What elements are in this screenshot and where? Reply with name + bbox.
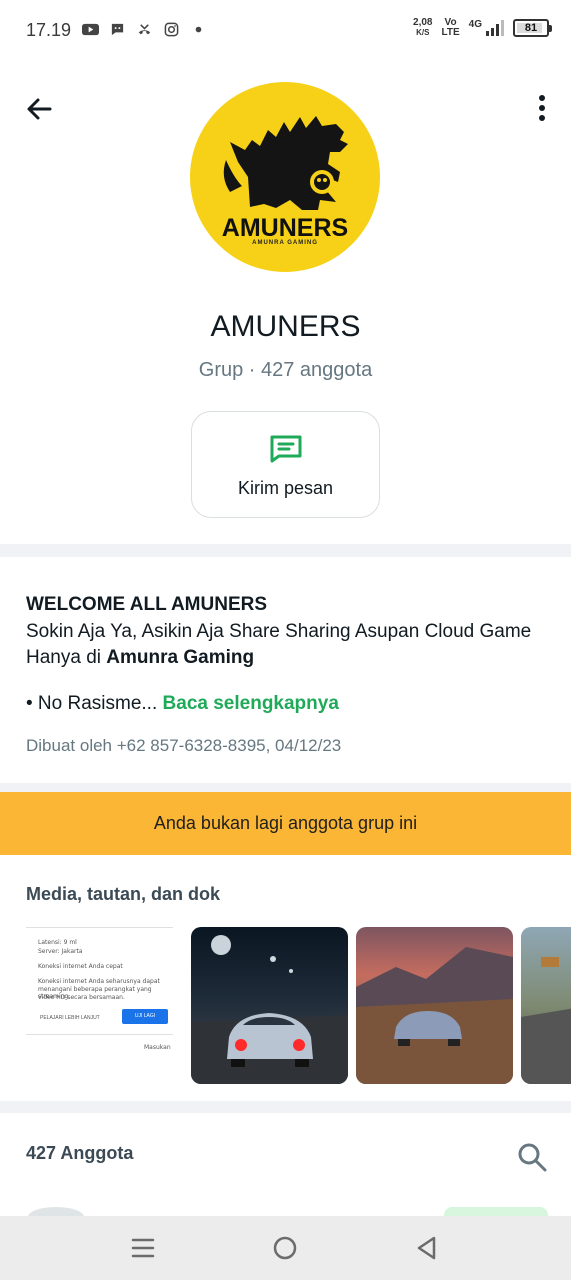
media-thumbnail-sunset-car[interactable]: [356, 927, 513, 1084]
chat-icon: [111, 23, 124, 36]
members-section: 427 Anggota: [0, 1113, 571, 1227]
doc-footer: Masukan: [144, 1044, 171, 1051]
signal-indicator: 4G: [469, 20, 504, 36]
created-by: Dibuat oleh +62 857-6328-8395, 04/12/23: [26, 736, 342, 755]
doc-latency: Latensi: 9 ml: [38, 939, 77, 946]
arrow-back-icon[interactable]: [22, 92, 56, 126]
missed-call-icon: [138, 24, 151, 35]
avatar-logo-subtext: AMUNRA GAMING: [252, 240, 318, 246]
status-bar: 17.19 2,08 K/S Vo LTE 4G 81: [0, 0, 571, 62]
group-profile-header: AMUNERS AMUNRA GAMING AMUNERS Grup · 427…: [0, 62, 571, 544]
system-indicators: 2,08 K/S Vo LTE 4G 81: [413, 18, 552, 38]
group-name: AMUNERS: [210, 310, 361, 343]
doc-learn-more: PELAJARI LEBIH LANJUT: [40, 1015, 100, 1021]
volte-bottom: LTE: [441, 27, 460, 38]
description-rule-text: • No Rasisme...: [26, 693, 158, 714]
dot-icon: [195, 26, 202, 33]
read-more-link[interactable]: Baca selengkapnya: [163, 693, 339, 714]
doc-status: Koneksi internet Anda cepat: [38, 963, 123, 970]
members-count: 427 Anggota: [26, 1143, 134, 1163]
network-speed-value: 2,08: [413, 17, 433, 28]
network-speed-unit: K/S: [416, 28, 430, 37]
media-thumbnail-speedtest[interactable]: Latensi: 9 ml Server: Jakarta Koneksi in…: [26, 927, 183, 1084]
doc-note-1: Koneksi internet Anda seharusnya dapat: [38, 978, 160, 985]
group-description: WELCOME ALL AMUNERS Sokin Aja Ya, Asikin…: [0, 557, 571, 783]
sunset-racing-image: [356, 947, 513, 1084]
road-image: [521, 957, 571, 1084]
instagram-icon: [164, 22, 179, 37]
description-body-text: Sokin Aja Ya, Asikin Aja Share Sharing A…: [26, 621, 532, 668]
group-avatar[interactable]: AMUNERS AMUNRA GAMING: [190, 82, 380, 272]
not-member-banner: Anda bukan lagi anggota grup ini: [0, 792, 571, 855]
nav-back-icon[interactable]: [414, 1235, 440, 1261]
description-rule: • No Rasisme... Baca selengkapnya: [26, 693, 339, 715]
not-member-text: Anda bukan lagi anggota grup ini: [153, 813, 418, 833]
battery-level: 81: [524, 22, 538, 34]
send-message-label: Kirim pesan: [237, 478, 334, 498]
media-heading[interactable]: Media, tautan, dan dok: [26, 884, 220, 905]
media-thumbnail-road[interactable]: [521, 927, 571, 1084]
group-meta: Grup · 427 anggota: [198, 359, 373, 381]
battery-indicator: 81: [513, 19, 552, 37]
search-icon[interactable]: [517, 1141, 547, 1173]
description-title: WELCOME ALL AMUNERS: [26, 594, 268, 615]
media-thumbnail-night-car[interactable]: [191, 927, 348, 1084]
doc-note-3: video HD secara bersamaan.: [38, 994, 125, 1001]
more-vertical-icon[interactable]: [535, 92, 549, 126]
description-body-bold: Amunra Gaming: [106, 647, 255, 668]
message-icon: [270, 435, 302, 463]
night-racing-image: [191, 935, 348, 1084]
notification-icons: [82, 22, 207, 37]
doc-divider: [26, 1034, 173, 1035]
doc-retry-button: UJI LAGI: [122, 1009, 168, 1024]
send-message-button[interactable]: Kirim pesan: [191, 411, 380, 518]
home-icon[interactable]: [272, 1235, 298, 1261]
network-type: 4G: [468, 19, 482, 30]
recents-icon[interactable]: [130, 1235, 156, 1261]
volte-indicator: Vo LTE: [442, 18, 460, 38]
doc-divider: [26, 927, 173, 928]
status-time: 17.19: [26, 20, 72, 40]
signal-bars-icon: [486, 20, 504, 36]
system-navigation-bar: [0, 1216, 571, 1280]
media-links-docs: Media, tautan, dan dok Latensi: 9 ml Ser…: [0, 855, 571, 1101]
description-body: Sokin Aja Ya, Asikin Aja Share Sharing A…: [26, 619, 546, 671]
doc-server: Server: Jakarta: [38, 948, 83, 955]
youtube-icon: [82, 23, 99, 36]
network-speed: 2,08 K/S: [413, 18, 432, 38]
avatar-logo-text: AMUNERS: [221, 214, 349, 242]
